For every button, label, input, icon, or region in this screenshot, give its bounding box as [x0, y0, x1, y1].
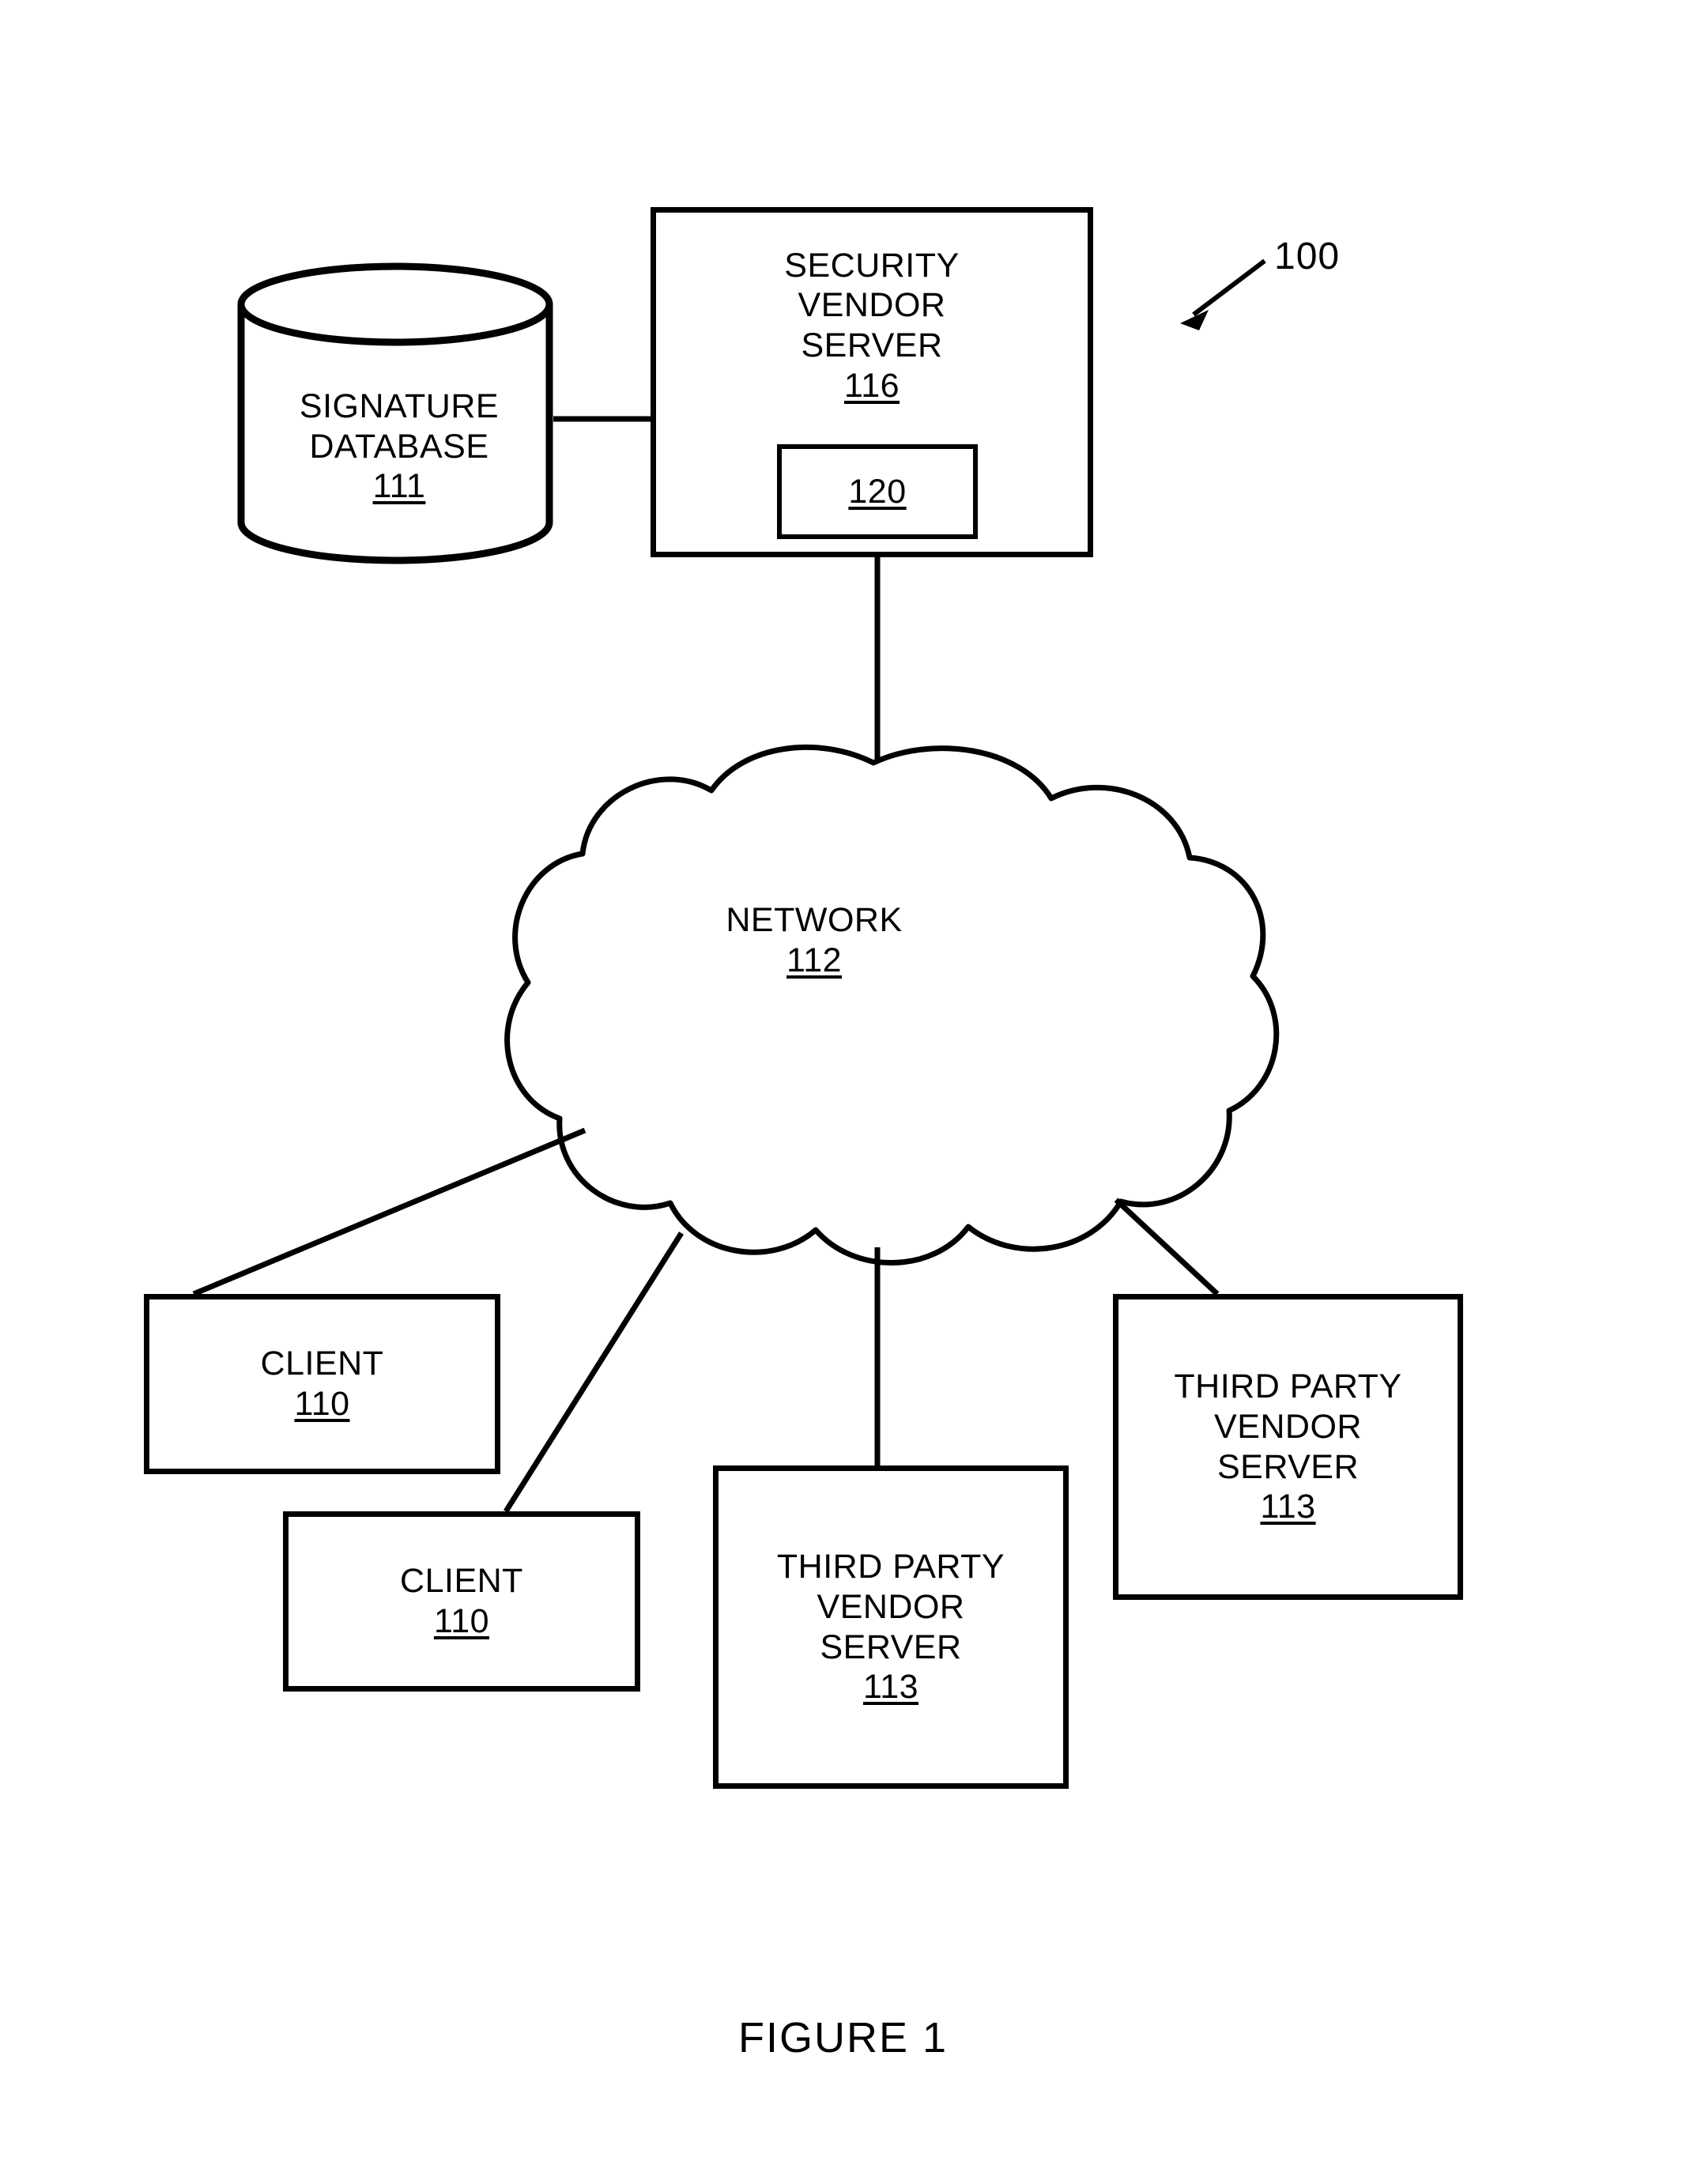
system-reference-numeral: 100 [1274, 236, 1341, 277]
network-cloud [504, 744, 1280, 1266]
connector-network-to-client-1 [192, 1127, 587, 1297]
signature-database-cylinder [237, 262, 553, 564]
connector-network-to-client-2 [504, 1232, 684, 1513]
connector-network-to-tpvs-right [1114, 1198, 1220, 1296]
third-party-vendor-server-box-right [1113, 1294, 1463, 1600]
module-120-box [777, 444, 978, 539]
client-box-1 [144, 1294, 500, 1474]
third-party-vendor-server-box-center [713, 1465, 1069, 1789]
system-ref-arrow-icon [1180, 258, 1266, 330]
figure-caption: FIGURE 1 [737, 2014, 949, 2061]
client-box-2 [283, 1511, 640, 1692]
